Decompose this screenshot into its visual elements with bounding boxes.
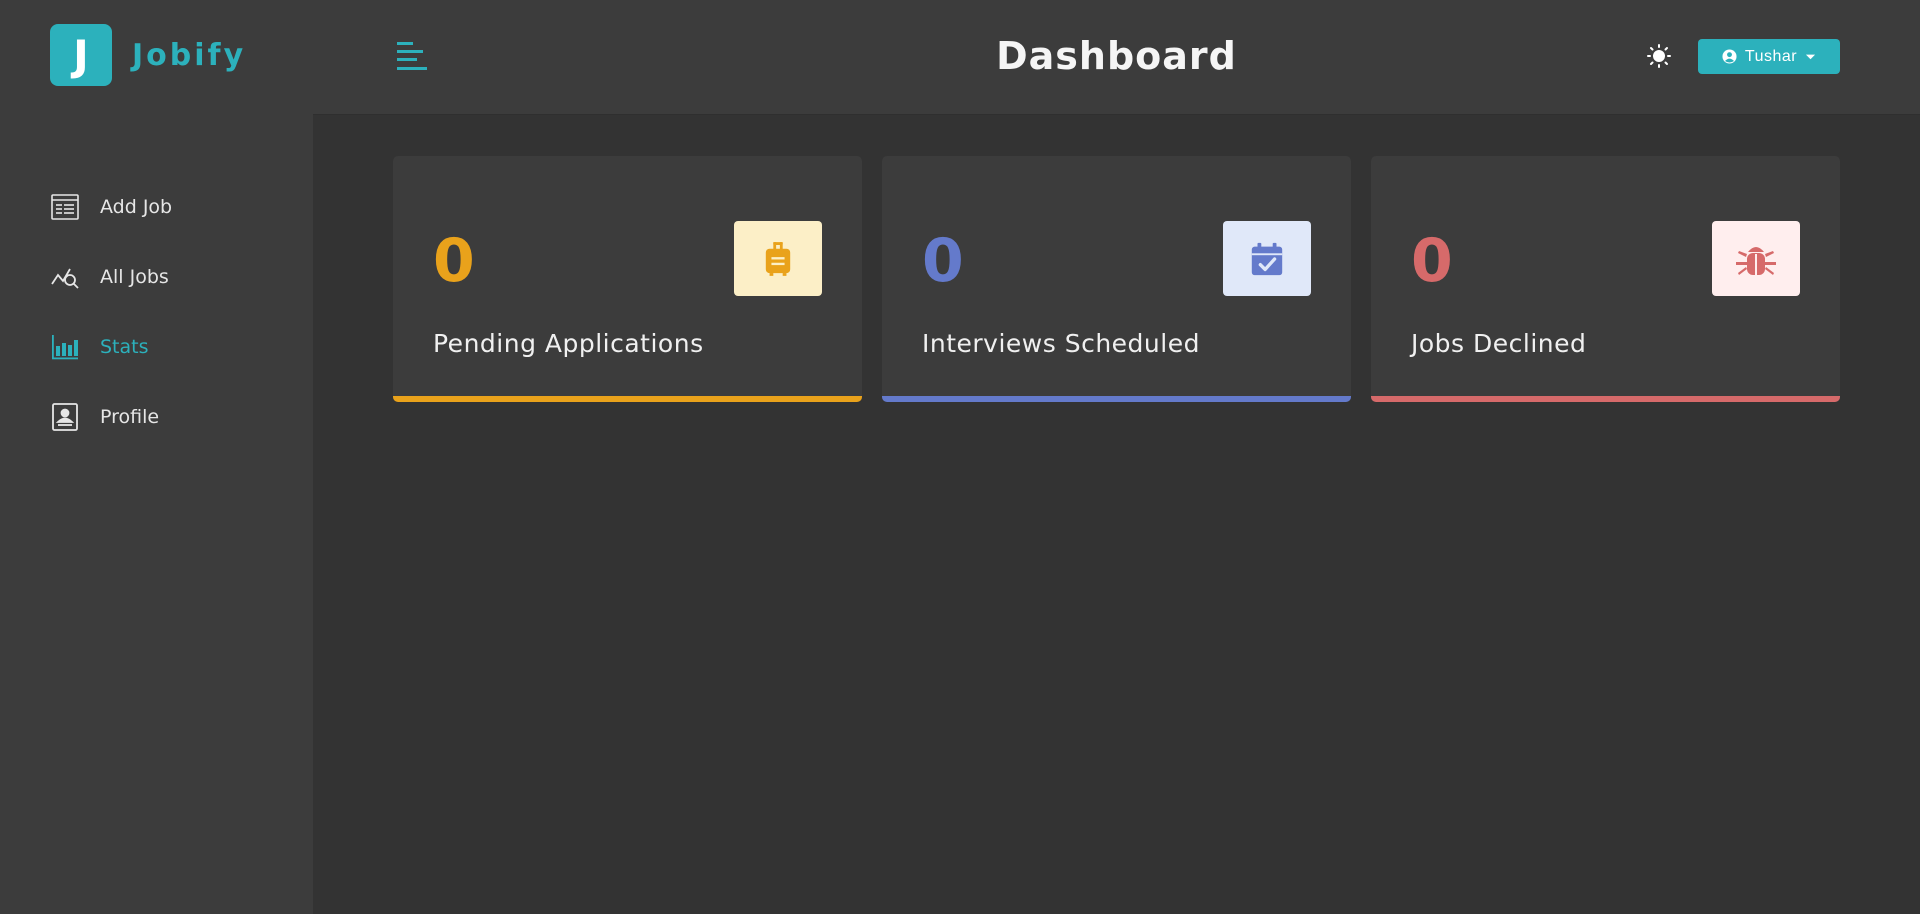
stat-bar [1371,396,1840,402]
page-title: Dashboard [996,34,1237,78]
suitcase-icon [734,221,822,296]
stat-count: 0 [433,226,475,296]
logo-text: Jobify [132,37,247,73]
stat-card-declined: 0 Jobs Declined [1371,156,1840,402]
stat-count: 0 [922,226,964,296]
stats-icon [50,332,80,362]
stats-container: 0 Pending Applications 0 Interviews Sche… [393,156,1840,402]
sidebar-item-all-jobs[interactable]: All Jobs [50,242,172,312]
sidebar-item-stats[interactable]: Stats [50,312,172,382]
sun-icon[interactable] [1646,43,1672,69]
top-bar: Dashboard Tushar [313,0,1920,115]
sidebar-item-label: Stats [100,336,149,358]
user-menu-button[interactable]: Tushar [1698,39,1840,74]
bug-icon [1712,221,1800,296]
stat-label: Interviews Scheduled [922,329,1200,358]
logo-mark: J [50,24,112,86]
stat-bar [882,396,1351,402]
sidebar-item-add-job[interactable]: Add Job [50,172,172,242]
caret-down-icon [1805,51,1816,62]
sidebar-item-profile[interactable]: Profile [50,382,172,452]
menu-toggle-icon[interactable] [395,40,429,74]
all-jobs-icon [50,262,80,292]
sidebar-nav: Add Job All Jobs Stats Profile [50,172,172,452]
add-job-icon [50,192,80,222]
stat-bar [393,396,862,402]
profile-icon [50,402,80,432]
user-name: Tushar [1744,47,1798,65]
stat-label: Pending Applications [433,329,704,358]
sidebar-item-label: All Jobs [100,266,169,288]
stat-count: 0 [1411,226,1453,296]
stat-label: Jobs Declined [1411,329,1587,358]
calendar-check-icon [1223,221,1311,296]
stat-card-pending: 0 Pending Applications [393,156,862,402]
sidebar-item-label: Profile [100,406,160,428]
stat-card-interviews: 0 Interviews Scheduled [882,156,1351,402]
sidebar: J Jobify Add Job All Jobs Stats Profile [0,0,313,914]
logo[interactable]: J Jobify [50,24,246,86]
sidebar-item-label: Add Job [100,196,173,218]
user-circle-icon [1722,49,1737,64]
